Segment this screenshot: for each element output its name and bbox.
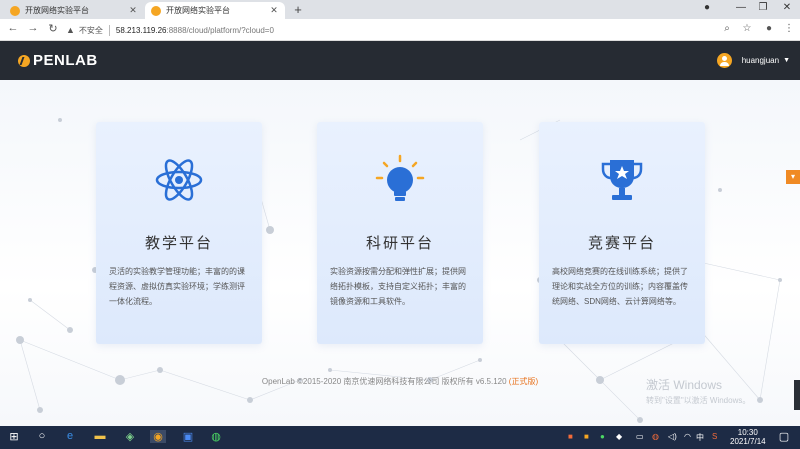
card-description: 高校网络竞赛的在线训练系统；提供了理论和实战全方位的训练；内容覆盖传统网络、SD… xyxy=(552,267,688,306)
tab-title: 开放网络实验平台 xyxy=(25,6,89,15)
ime-indicator[interactable]: 中 xyxy=(696,432,704,443)
url-path: :8888/cloud/platform/?cloud=0 xyxy=(166,25,274,35)
card-description: 实验资源按需分配和弹性扩展；提供网络拓扑模板，支持自定义拓扑；丰富的镜像资源和工… xyxy=(330,267,466,306)
card-title: 竞赛平台 xyxy=(587,235,656,252)
zoom-icon[interactable]: ⌕ xyxy=(720,23,734,34)
tray-app-icon[interactable]: ■ xyxy=(584,432,589,441)
photos-app-icon[interactable]: ◈ xyxy=(122,430,138,443)
site-favicon-icon xyxy=(151,5,161,16)
profile-menu-icon[interactable]: ● xyxy=(700,2,714,13)
clock-date: 2021/7/14 xyxy=(730,437,766,446)
security-status: 不安全 xyxy=(79,24,110,36)
clock-time: 10:30 xyxy=(737,428,758,437)
back-icon[interactable]: ← xyxy=(6,22,20,34)
card-research-platform[interactable]: 科研平台 实验资源按需分配和弹性扩展；提供网络拓扑模板，支持自定义拓扑；丰富的镜… xyxy=(317,122,483,344)
tray-network-icon[interactable]: ▭ xyxy=(636,432,644,441)
bookmark-star-icon[interactable]: ☆ xyxy=(740,23,754,34)
tab-close-icon[interactable]: ✕ xyxy=(269,5,279,16)
release-badge: (正式版) xyxy=(508,377,539,386)
tray-app-icon[interactable]: ■ xyxy=(568,432,573,441)
tray-wechat-icon[interactable]: ● xyxy=(600,432,605,441)
logo[interactable]: PENLAB xyxy=(18,52,98,69)
windows-start-icon[interactable]: ⊞ xyxy=(6,430,22,443)
lightbulb-icon xyxy=(375,154,425,201)
username: huangjuan xyxy=(741,56,780,65)
search-icon[interactable]: ○ xyxy=(34,430,50,442)
tray-input-method-icon[interactable]: S xyxy=(712,432,717,441)
maximize-icon[interactable]: ❐ xyxy=(756,2,770,13)
windows-taskbar: ⊞ ○ e ▬ ◈ ◉ ▣ ◍ ■ ■ ● ◆ ▭ ◍ ◁) ◠ 中 S 10:… xyxy=(0,426,800,449)
warning-icon: ▲ xyxy=(66,25,75,35)
wechat-icon[interactable]: ◍ xyxy=(208,430,224,443)
card-teaching-platform[interactable]: 教学平台 灵活的实验教学管理功能；丰富的的课程资源、虚拟仿真实验环境；学练测评一… xyxy=(96,122,262,344)
browser-tab[interactable]: 开放网络实验平台 ✕ xyxy=(4,2,144,19)
copyright-text: OpenLab ©2015-2020 南京优速网络科技有限公司 版权所有 v6.… xyxy=(261,377,507,386)
menu-dots-icon[interactable]: ⋮ xyxy=(782,23,796,34)
tray-security-icon[interactable]: ◍ xyxy=(652,432,659,441)
side-float-icon[interactable]: ▾ xyxy=(786,170,800,184)
reload-icon[interactable]: ↻ xyxy=(46,22,60,35)
card-title: 教学平台 xyxy=(144,235,213,252)
url-text: 58.213.119.26:8888/cloud/platform/?cloud… xyxy=(116,26,274,35)
text-editor-icon[interactable]: ▣ xyxy=(180,430,196,443)
file-explorer-icon[interactable]: ▬ xyxy=(92,430,108,442)
taskbar-clock[interactable]: 10:30 2021/7/14 xyxy=(730,428,766,446)
chrome-icon[interactable]: ◉ xyxy=(150,430,166,443)
main-content: 教学平台 灵活的实验教学管理功能；丰富的的课程资源、虚拟仿真实验环境；学练测评一… xyxy=(0,80,800,426)
forward-icon[interactable]: → xyxy=(26,22,40,34)
minimize-icon[interactable]: — xyxy=(734,2,748,13)
tab-title: 开放网络实验平台 xyxy=(166,6,230,15)
card-competition-platform[interactable]: 竞赛平台 高校网络竞赛的在线训练系统；提供了理论和实战全方位的训练；内容覆盖传统… xyxy=(539,122,705,344)
wifi-icon[interactable]: ◠ xyxy=(684,432,691,441)
address-bar[interactable]: ▲ 不安全 58.213.119.26:8888/cloud/platform/… xyxy=(66,22,706,38)
watermark-line2: 转到"设置"以激活 Windows。 xyxy=(646,396,751,405)
user-menu[interactable]: huangjuan ▼ xyxy=(716,53,790,68)
account-icon[interactable]: ● xyxy=(762,23,776,34)
notification-center-icon[interactable]: ▢ xyxy=(776,430,792,443)
volume-icon[interactable]: ◁) xyxy=(668,432,677,441)
url-host: 58.213.119.26 xyxy=(115,25,167,35)
card-title: 科研平台 xyxy=(365,235,434,252)
edge-browser-icon[interactable]: e xyxy=(62,430,78,442)
browser-tab-strip: 开放网络实验平台 ✕ 开放网络实验平台 ✕ + ● — ❐ ✕ xyxy=(0,0,800,19)
tray-app-icon[interactable]: ◆ xyxy=(616,432,622,441)
site-favicon-icon xyxy=(10,5,20,16)
tab-close-icon[interactable]: ✕ xyxy=(128,5,138,16)
watermark-line1: 激活 Windows xyxy=(646,378,723,392)
trophy-icon xyxy=(601,160,643,200)
app-header: PENLAB huangjuan ▼ xyxy=(0,41,800,80)
browser-tab-active[interactable]: 开放网络实验平台 ✕ xyxy=(145,2,285,19)
logo-text: PENLAB xyxy=(33,52,98,69)
logo-mark-icon xyxy=(18,54,30,67)
card-description: 灵活的实验教学管理功能；丰富的的课程资源、虚拟仿真实验环境；学练测评一体化流程。 xyxy=(109,267,245,306)
windows-activation-watermark: 激活 Windows 转到"设置"以激活 Windows。 xyxy=(646,376,750,406)
window-close-icon[interactable]: ✕ xyxy=(780,2,794,13)
scrollbar-thumb[interactable] xyxy=(794,380,800,410)
atom-icon xyxy=(155,159,203,201)
caret-down-icon: ▼ xyxy=(783,57,790,64)
browser-toolbar: ← → ↻ ▲ 不安全 58.213.119.26:8888/cloud/pla… xyxy=(0,19,800,41)
avatar xyxy=(716,53,732,68)
new-tab-button[interactable]: + xyxy=(291,2,305,17)
